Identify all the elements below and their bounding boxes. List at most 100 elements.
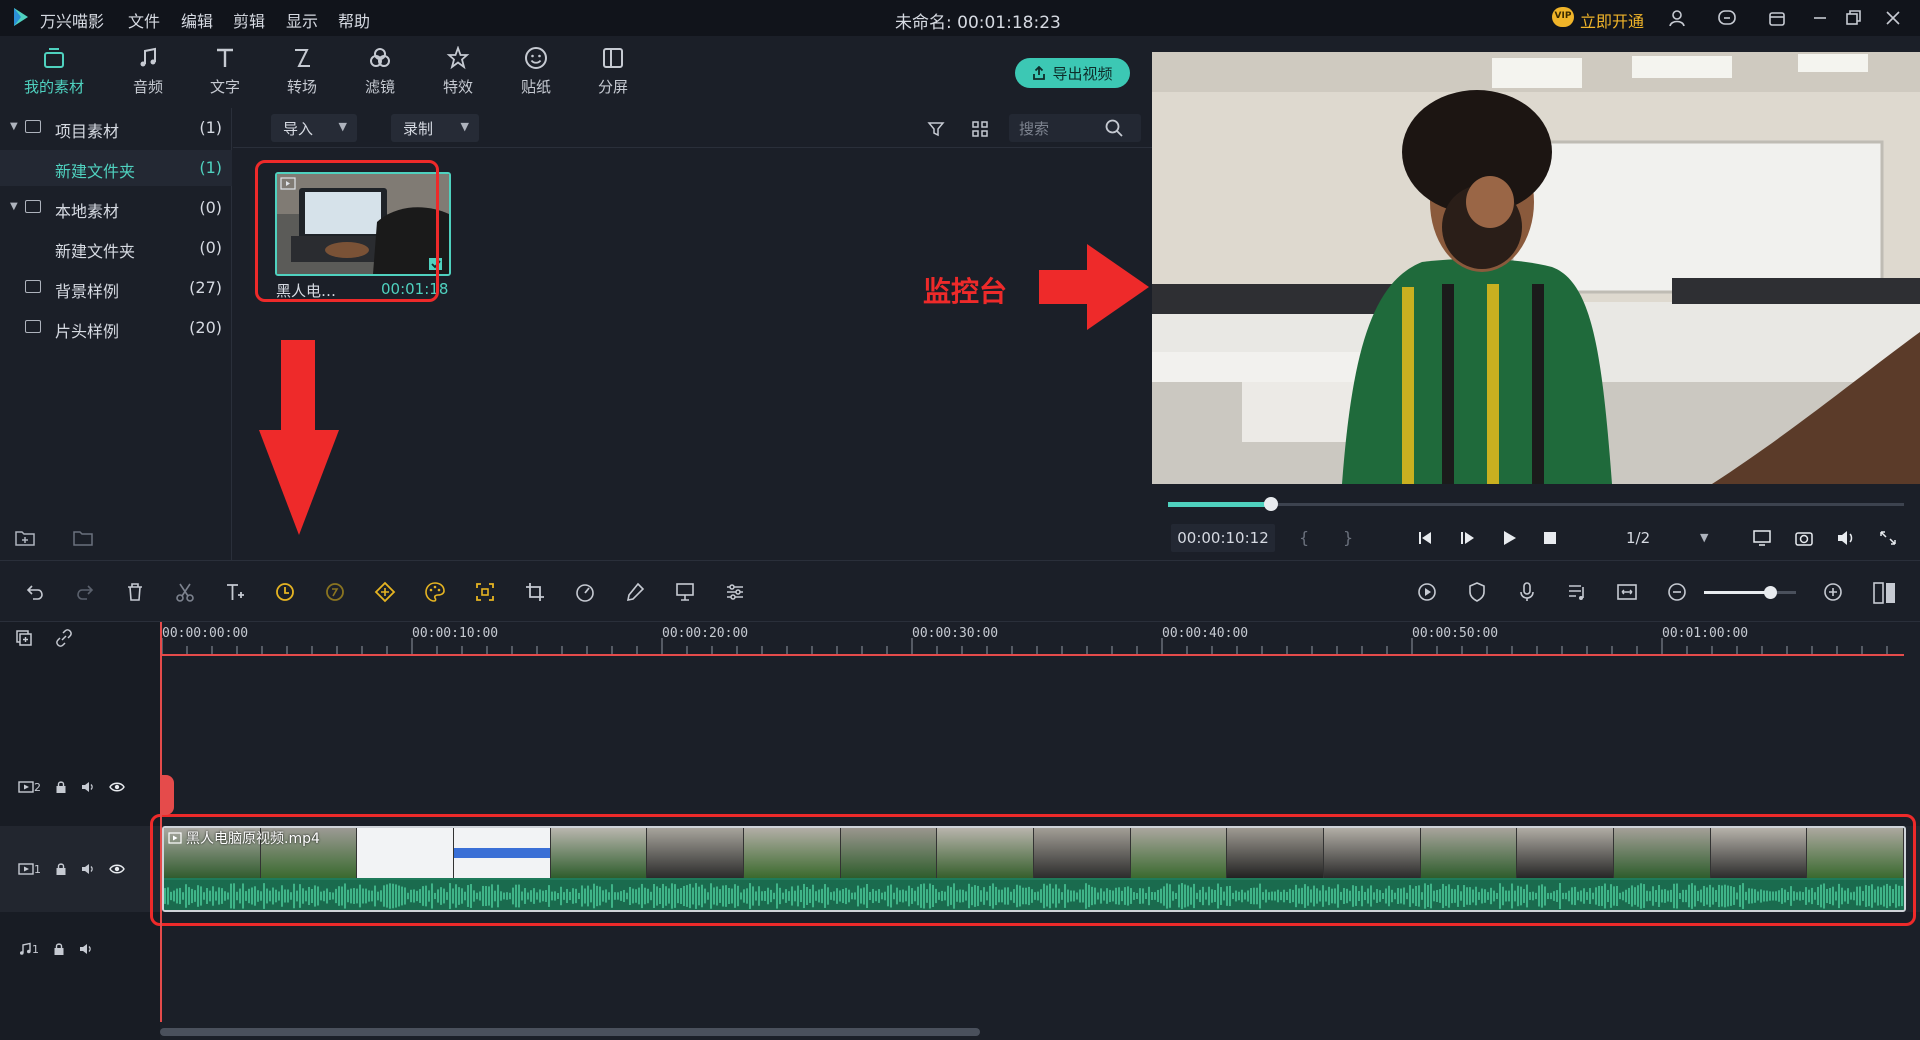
add-track-icon[interactable] <box>14 628 34 648</box>
tab-effects[interactable]: 特效 <box>426 44 490 97</box>
speaker-icon[interactable] <box>81 862 95 876</box>
snapshot-camera-icon[interactable] <box>1794 529 1814 547</box>
search-placeholder: 搜索 <box>1019 120 1050 138</box>
new-folder-icon[interactable] <box>14 528 36 548</box>
menu-view[interactable]: 显示 <box>286 8 318 32</box>
tab-label: 特效 <box>442 78 473 96</box>
split-screen-icon <box>581 44 645 72</box>
lock-icon[interactable] <box>55 862 67 876</box>
search-icon[interactable] <box>1104 118 1124 138</box>
play-slow-icon[interactable] <box>1458 530 1476 546</box>
link-icon[interactable] <box>54 628 74 648</box>
close-icon[interactable] <box>1883 8 1903 28</box>
playhead[interactable] <box>160 622 162 1022</box>
microphone-icon[interactable] <box>1516 581 1538 603</box>
library-project-media[interactable]: ▼ 项目素材 (1) <box>0 110 232 146</box>
zoom-in-icon[interactable] <box>1822 581 1844 603</box>
color-picker-icon[interactable] <box>624 581 646 603</box>
account-icon[interactable] <box>1667 8 1687 28</box>
quality-dropdown[interactable]: 1/2 ▼ <box>1622 524 1717 552</box>
keyframe-icon[interactable] <box>374 581 396 603</box>
tab-text[interactable]: 文字 <box>193 44 257 97</box>
fit-timeline-icon[interactable] <box>1616 581 1638 603</box>
feedback-icon[interactable] <box>1717 8 1737 28</box>
speed-gauge-icon[interactable] <box>574 581 596 603</box>
tab-transition[interactable]: 转场 <box>270 44 334 97</box>
library-new-folder-2[interactable]: 新建文件夹 (0) <box>0 230 232 266</box>
menu-edit[interactable]: 编辑 <box>181 8 213 32</box>
filter-funnel-icon[interactable] <box>927 120 945 138</box>
crop-icon[interactable] <box>524 581 546 603</box>
media-filter-bar: 导入 ▼ 录制 ▼ 搜索 <box>233 108 1152 148</box>
media-toolbar: 我的素材 音频 文字 转场 滤镜 特效 贴纸 分屏 <box>0 36 1152 111</box>
render-preview-icon[interactable] <box>1416 581 1438 603</box>
export-video-button[interactable]: 导出视频 <box>1015 58 1130 88</box>
green-screen-icon[interactable] <box>674 581 696 603</box>
tab-split-screen[interactable]: 分屏 <box>581 44 645 97</box>
playback-handle[interactable] <box>1264 497 1278 511</box>
library-intro-samples[interactable]: 片头样例 (20) <box>0 310 232 346</box>
fullscreen-icon[interactable] <box>1878 529 1898 547</box>
speed-badge-icon[interactable] <box>274 581 296 603</box>
marker-shield-icon[interactable] <box>1466 581 1488 603</box>
duration-icon[interactable] <box>324 581 346 603</box>
display-settings-icon[interactable] <box>1752 529 1772 547</box>
vip-upgrade-link[interactable]: 立即开通 <box>1580 8 1644 32</box>
audio-mixer-icon[interactable] <box>1566 581 1588 603</box>
prev-frame-icon[interactable] <box>1416 530 1434 546</box>
speaker-icon[interactable] <box>79 942 93 956</box>
color-palette-icon[interactable] <box>424 581 446 603</box>
tab-sticker[interactable]: 贴纸 <box>504 44 568 97</box>
tab-filter[interactable]: 滤镜 <box>348 44 412 97</box>
add-text-icon[interactable] <box>224 581 246 603</box>
library-local-media[interactable]: ▼ 本地素材 (0) <box>0 190 232 226</box>
minimize-icon[interactable] <box>1810 8 1830 28</box>
ruler-label: 00:00:00:00 <box>162 626 249 641</box>
adjust-sliders-icon[interactable] <box>724 581 746 603</box>
playback-track[interactable] <box>1168 503 1904 506</box>
preview-monitor[interactable] <box>1152 52 1920 484</box>
stop-icon[interactable] <box>1542 531 1558 545</box>
undo-icon[interactable] <box>24 581 46 603</box>
folder-outline-icon[interactable] <box>72 528 94 548</box>
menu-clip[interactable]: 剪辑 <box>233 8 265 32</box>
record-dropdown[interactable]: 录制 ▼ <box>391 114 479 142</box>
app-logo-icon <box>10 6 32 28</box>
mark-in-button[interactable]: { <box>1299 528 1309 547</box>
menu-help[interactable]: 帮助 <box>338 8 370 32</box>
smart-crop-icon[interactable] <box>474 581 496 603</box>
speaker-icon[interactable] <box>81 780 95 794</box>
caret-down-icon[interactable]: ▼ <box>10 201 18 212</box>
zoom-slider-handle[interactable] <box>1764 586 1777 599</box>
caret-down-icon[interactable]: ▼ <box>10 121 18 132</box>
panel-layout-icon[interactable] <box>1872 581 1898 604</box>
grid-view-icon[interactable] <box>971 120 989 138</box>
store-icon[interactable] <box>1767 8 1787 28</box>
timeline-ruler[interactable]: 00:00:00:00 00:00:10:00 00:00:20:00 00:0… <box>160 622 1904 656</box>
timeline-toolbar <box>0 560 1920 622</box>
tab-my-media[interactable]: 我的素材 <box>22 44 86 111</box>
ruler-label: 00:00:20:00 <box>662 626 749 641</box>
eye-icon[interactable] <box>109 863 125 875</box>
cut-scissors-icon[interactable] <box>174 581 196 603</box>
menu-file[interactable]: 文件 <box>128 8 160 32</box>
timeline-scrollbar[interactable] <box>160 1028 980 1036</box>
library-new-folder-1[interactable]: 新建文件夹 (1) <box>0 150 232 186</box>
delete-icon[interactable] <box>124 581 146 603</box>
restore-icon[interactable] <box>1843 8 1863 28</box>
export-icon <box>1032 66 1046 80</box>
library-background-samples[interactable]: 背景样例 (27) <box>0 270 232 306</box>
tab-audio[interactable]: 音频 <box>116 44 180 97</box>
eye-icon[interactable] <box>109 781 125 793</box>
lock-icon[interactable] <box>55 780 67 794</box>
redo-icon[interactable] <box>74 581 96 603</box>
zoom-out-icon[interactable] <box>1666 581 1688 603</box>
lock-icon[interactable] <box>53 942 65 956</box>
playhead-handle[interactable] <box>160 775 174 815</box>
title-bar: 万兴喵影 文件 编辑 剪辑 显示 帮助 未命名: 00:01:18:23 VIP… <box>0 0 1920 36</box>
import-dropdown[interactable]: 导入 ▼ <box>271 114 357 142</box>
play-icon[interactable] <box>1500 530 1518 546</box>
mark-out-button[interactable]: } <box>1343 528 1353 547</box>
volume-icon[interactable] <box>1836 529 1856 547</box>
ruler-label: 00:01:00:00 <box>1662 626 1749 641</box>
